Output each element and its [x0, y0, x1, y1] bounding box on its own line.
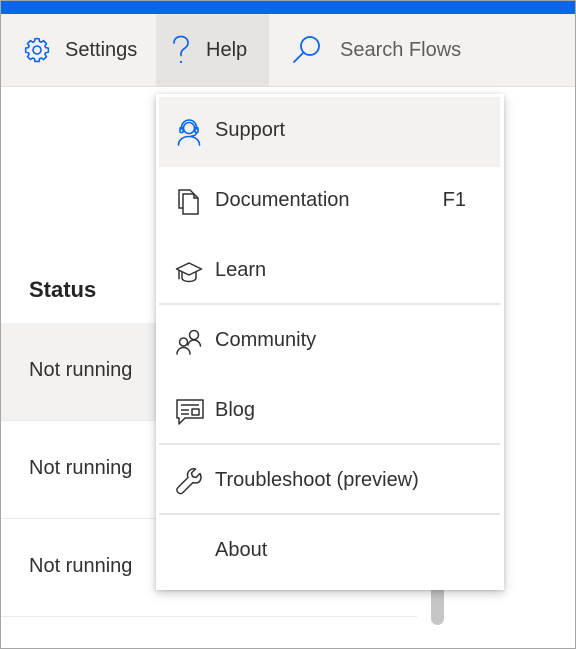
wrench-icon: [175, 468, 203, 496]
menu-item-about[interactable]: About: [159, 517, 500, 587]
status-cell: Not running: [29, 555, 133, 577]
headset-icon: [175, 118, 203, 146]
help-menu: Support Documentation F1 Learn Community…: [156, 94, 504, 590]
menu-item-troubleshoot[interactable]: Troubleshoot (preview): [159, 447, 500, 517]
menu-item-label: Troubleshoot (preview): [215, 469, 419, 491]
menu-item-label: Learn: [215, 259, 267, 281]
search-placeholder: Search Flows: [340, 38, 462, 61]
menu-item-label: Community: [215, 329, 317, 351]
menu-item-label: Support: [215, 119, 286, 141]
status-column-header[interactable]: Status: [29, 277, 96, 303]
app-window: Settings Help Search Flows Status Not ru…: [0, 0, 576, 649]
menu-item-blog[interactable]: Blog: [159, 377, 500, 447]
menu-item-support[interactable]: Support: [159, 97, 500, 167]
menu-item-label: About: [215, 539, 268, 561]
search-icon: [292, 35, 322, 65]
menu-item-community[interactable]: Community: [159, 307, 500, 377]
graduation-cap-icon: [175, 258, 203, 286]
toolbar: Settings Help Search Flows: [1, 14, 575, 87]
question-mark-icon: [172, 35, 190, 65]
menu-item-label: Documentation: [215, 189, 350, 211]
search-input[interactable]: Search Flows: [292, 14, 461, 86]
settings-label: Settings: [65, 38, 138, 61]
documents-icon: [175, 188, 203, 216]
status-cell: Not running: [29, 457, 133, 479]
blog-icon: [175, 398, 204, 426]
settings-button[interactable]: Settings: [23, 14, 137, 86]
menu-divider: [159, 443, 500, 445]
gear-icon: [23, 36, 51, 64]
menu-item-label: Blog: [215, 399, 256, 421]
keyboard-shortcut: F1: [442, 189, 466, 211]
menu-divider: [159, 513, 500, 515]
menu-item-documentation[interactable]: Documentation F1: [159, 167, 500, 237]
menu-item-learn[interactable]: Learn: [159, 237, 500, 307]
title-accent-bar: [1, 1, 575, 14]
help-label: Help: [206, 38, 248, 61]
people-icon: [175, 328, 203, 356]
help-button[interactable]: Help: [156, 14, 269, 86]
menu-divider: [159, 303, 500, 305]
status-cell: Not running: [29, 359, 133, 381]
